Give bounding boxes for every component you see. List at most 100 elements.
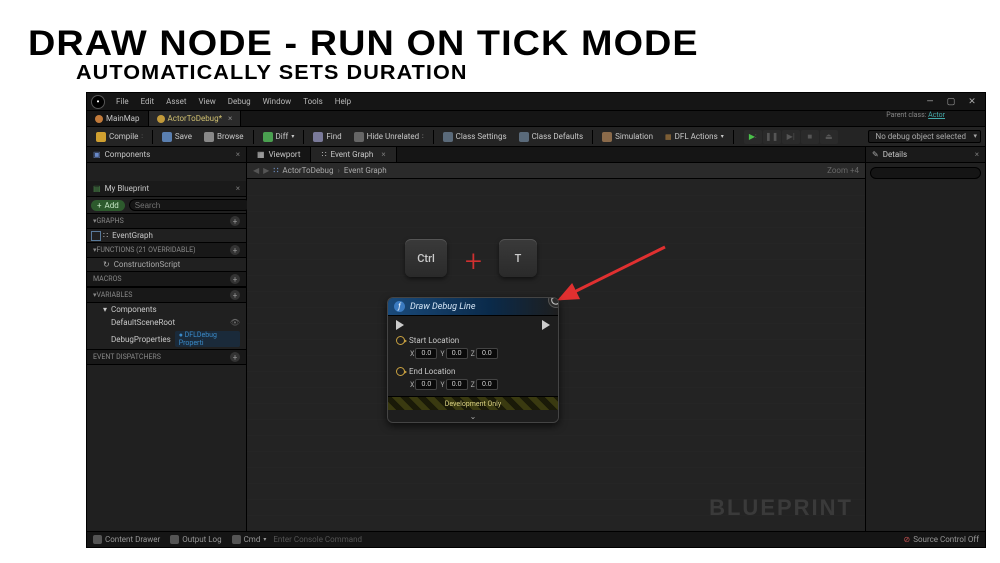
expand-node-button[interactable]: ⌄ (388, 410, 558, 422)
source-control-button[interactable]: ⊘Source Control Off (904, 535, 979, 544)
menu-asset[interactable]: Asset (161, 95, 191, 108)
tab-mainmap[interactable]: MainMap (87, 111, 149, 126)
function-icon: ƒ (394, 301, 405, 312)
menu-window[interactable]: Window (258, 95, 297, 108)
output-log-button[interactable]: Output Log (170, 535, 221, 544)
start-y-input[interactable] (446, 348, 468, 359)
vector-input-pin[interactable] (396, 367, 405, 376)
pause-button[interactable]: ❚❚ (763, 130, 781, 144)
simulation-icon (602, 132, 612, 142)
end-y-input[interactable] (446, 379, 468, 390)
tree-construction-script[interactable]: ↻ ConstructionScript (87, 258, 246, 271)
debug-object-select[interactable]: No debug object selected (868, 130, 981, 143)
eject-button[interactable]: ⏏ (820, 130, 838, 144)
start-z-input[interactable] (476, 348, 498, 359)
diff-button[interactable]: Diff▾ (258, 130, 300, 144)
gear-icon (443, 132, 453, 142)
tab-event-graph[interactable]: ∷ Event Graph× (311, 147, 396, 162)
window-maximize-button[interactable]: ▢ (942, 96, 960, 108)
browse-icon (204, 132, 214, 142)
dfl-actions-button[interactable]: ▦DFL Actions▾ (660, 130, 729, 143)
start-x-input[interactable] (415, 348, 437, 359)
key-t: T (499, 239, 537, 277)
end-x-input[interactable] (415, 379, 437, 390)
nav-back-icon[interactable]: ◀ (253, 166, 259, 175)
draw-debug-line-node[interactable]: ƒ Draw Debug Line Start Location X Y Z (387, 297, 559, 423)
blueprint-search-input[interactable] (129, 199, 251, 211)
menu-tools[interactable]: Tools (298, 95, 328, 108)
add-macro-button[interactable]: + (230, 274, 240, 284)
section-event-dispatchers[interactable]: EVENT DISPATCHERS+ (87, 349, 246, 365)
center-area: ▦ Viewport ∷ Event Graph× ◀ ▶ ∷ ActorToD… (247, 147, 865, 531)
save-button[interactable]: Save (157, 130, 197, 144)
add-dispatcher-button[interactable]: + (230, 352, 240, 362)
tree-components-group[interactable]: ▾ Components (87, 303, 246, 316)
cmd-prompt[interactable]: Cmd▾Enter Console Command (232, 535, 362, 544)
node-header[interactable]: ƒ Draw Debug Line (388, 298, 558, 316)
menubar: File Edit Asset View Debug Window Tools … (87, 93, 985, 111)
close-icon[interactable]: × (228, 114, 232, 123)
play-button[interactable]: ▶: (744, 130, 762, 144)
window-close-button[interactable]: ✕ (963, 96, 981, 108)
plus-icon: + (465, 247, 482, 277)
section-variables[interactable]: ▾ VARIABLES+ (87, 287, 246, 303)
skip-button[interactable]: ▶| (782, 130, 800, 144)
slide-subtitle: AUTOMATICALLY SETS DURATION (76, 62, 468, 85)
drawer-icon (93, 535, 102, 544)
node-title: Draw Debug Line (410, 302, 476, 312)
stop-button[interactable]: ■ (801, 130, 819, 144)
exec-output-pin[interactable] (542, 320, 550, 330)
browse-button[interactable]: Browse (199, 130, 249, 144)
parent-class-label: Parent class: Actor (886, 111, 945, 119)
add-graph-button[interactable]: + (230, 216, 240, 226)
diff-icon (263, 132, 273, 142)
menu-help[interactable]: Help (330, 95, 356, 108)
left-sidebar: ▣ Components × ▤ My Blueprint × + Add ⚙ … (87, 147, 247, 531)
add-variable-button[interactable]: + (230, 290, 240, 300)
visibility-icon[interactable]: 👁 (230, 318, 240, 327)
hide-icon (354, 132, 364, 142)
add-button[interactable]: + Add (91, 200, 125, 211)
nav-forward-icon[interactable]: ▶ (263, 166, 269, 175)
close-icon[interactable]: × (975, 150, 979, 159)
menu-debug[interactable]: Debug (223, 95, 256, 108)
tab-viewport[interactable]: ▦ Viewport (247, 147, 311, 162)
exec-input-pin[interactable] (396, 320, 404, 330)
type-badge: ● DFLDebug Properti (175, 331, 240, 347)
hide-unrelated-button[interactable]: Hide Unrelated: (349, 130, 429, 144)
parent-class-link[interactable]: Actor (928, 111, 945, 119)
vector-input-pin[interactable] (396, 336, 405, 345)
content-drawer-button[interactable]: Content Drawer (93, 535, 160, 544)
add-function-button[interactable]: + (230, 245, 240, 255)
close-icon[interactable]: × (236, 150, 240, 159)
tree-debug-properties[interactable]: DebugProperties● DFLDebug Properti (87, 329, 246, 349)
window-controls: — ▢ ✕ (921, 96, 981, 108)
class-defaults-button[interactable]: Class Defaults (514, 130, 588, 144)
my-blueprint-panel-tab[interactable]: ▤ My Blueprint × (87, 181, 246, 197)
statusbar: Content Drawer Output Log Cmd▾Enter Cons… (87, 531, 985, 547)
details-search-input[interactable] (870, 167, 981, 179)
graph-canvas[interactable]: BLUEPRINT Ctrl + T ƒ Draw D (247, 179, 865, 531)
class-settings-button[interactable]: Class Settings (438, 130, 512, 144)
simulation-button[interactable]: Simulation (597, 130, 658, 144)
breadcrumb-leaf[interactable]: Event Graph (344, 166, 387, 175)
components-panel-tab[interactable]: ▣ Components × (87, 147, 246, 163)
menu-file[interactable]: File (111, 95, 134, 108)
end-z-input[interactable] (476, 379, 498, 390)
tree-event-graph[interactable]: ∷ EventGraph (87, 229, 246, 242)
section-macros[interactable]: MACROS+ (87, 271, 246, 287)
menu-view[interactable]: View (193, 95, 220, 108)
window-minimize-button[interactable]: — (921, 96, 939, 108)
tree-default-scene-root[interactable]: DefaultSceneRoot👁 (87, 316, 246, 329)
close-icon[interactable]: × (236, 184, 240, 193)
section-functions[interactable]: ▾ FUNCTIONS (21 OVERRIDABLE)+ (87, 242, 246, 258)
compile-button[interactable]: Compile: (91, 130, 148, 144)
find-button[interactable]: Find (308, 130, 346, 144)
slide-title: DRAW NODE - RUN ON TICK MODE (28, 24, 699, 64)
details-panel-tab[interactable]: ✎ Details × (866, 147, 985, 163)
menu-edit[interactable]: Edit (136, 95, 160, 108)
blueprint-watermark: BLUEPRINT (709, 495, 853, 521)
tab-actortodebug[interactable]: ActorToDebug* × (149, 111, 242, 126)
breadcrumb-root[interactable]: ActorToDebug (282, 166, 333, 175)
section-graphs[interactable]: ▾ GRAPHS+ (87, 213, 246, 229)
